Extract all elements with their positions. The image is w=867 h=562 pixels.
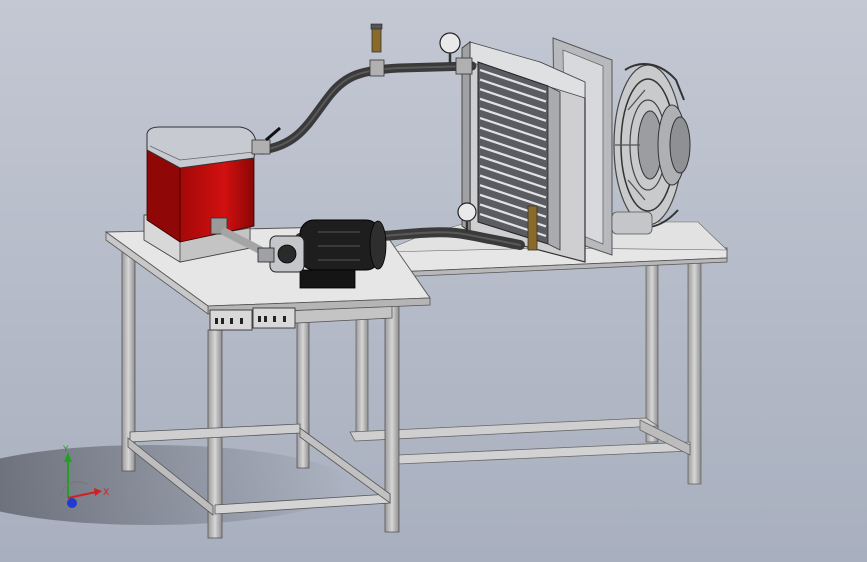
flow-meter-top[interactable] (370, 23, 383, 53)
triad-y-label: Y (62, 445, 69, 455)
assembly-model-view[interactable]: Y X (0, 0, 867, 562)
radiator[interactable] (461, 41, 586, 263)
right-table[interactable] (349, 221, 728, 485)
cad-viewport[interactable]: Y X (0, 0, 867, 562)
triad-x-label: X (103, 488, 109, 498)
flow-meter-bottom[interactable] (527, 205, 538, 251)
